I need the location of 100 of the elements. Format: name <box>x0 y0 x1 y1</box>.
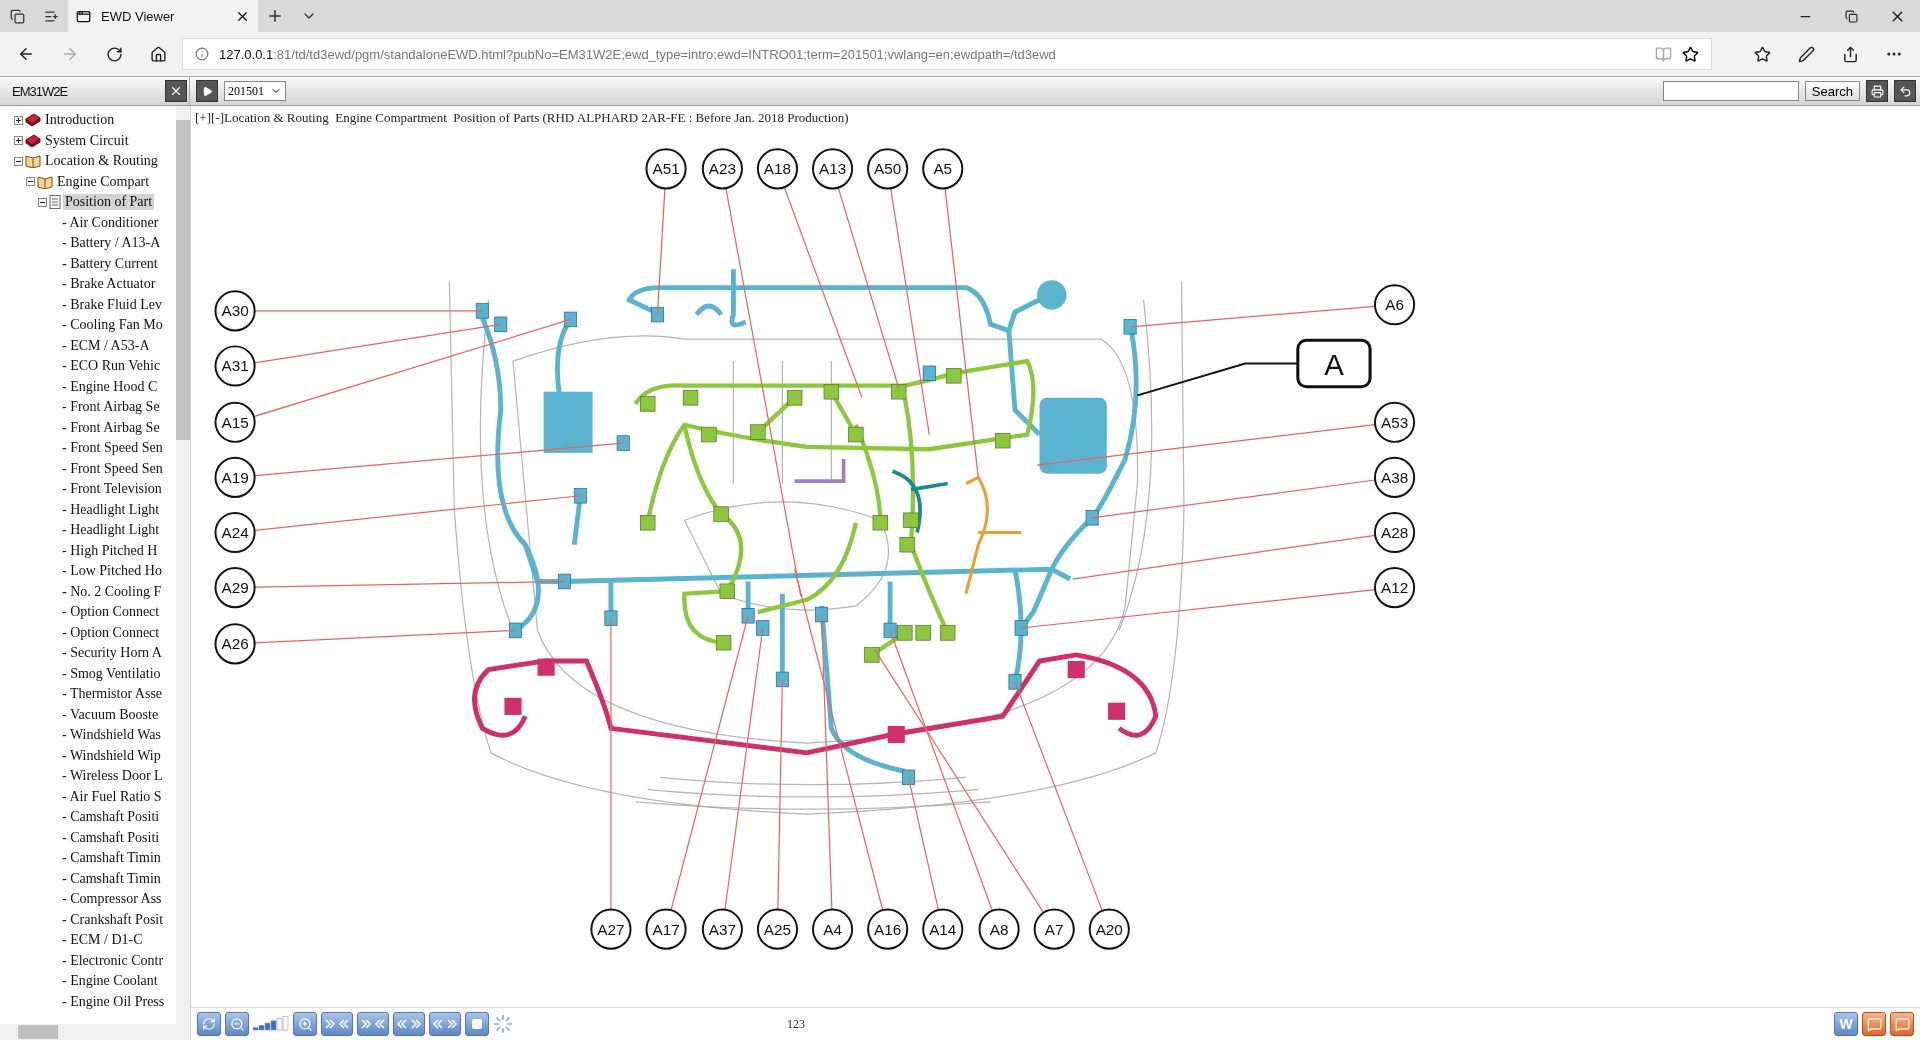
tree-item[interactable]: System Circuit <box>43 132 131 149</box>
tree-item[interactable]: - Low Pitched Ho <box>60 563 164 580</box>
connector-callout[interactable]: A19 <box>214 456 256 498</box>
zoom-out-button[interactable] <box>225 1012 249 1036</box>
tree-item[interactable]: - Camshaft Positi <box>60 809 162 826</box>
stop-button[interactable] <box>465 1012 489 1036</box>
tree-item[interactable]: - Wireless Door L <box>60 768 165 785</box>
connector-callout[interactable]: A7 <box>1033 908 1075 950</box>
expand-icon[interactable] <box>14 136 23 146</box>
connector-callout[interactable]: A23 <box>701 148 743 190</box>
comment-button[interactable] <box>1862 1012 1886 1036</box>
tree-item[interactable]: - Camshaft Timin <box>60 870 163 887</box>
tree-item[interactable]: - Air Fuel Ratio S <box>60 788 164 805</box>
favorite-icon[interactable] <box>1682 45 1699 63</box>
tree-item[interactable]: - No. 2 Cooling F <box>60 583 164 600</box>
tree-item[interactable]: - ECO Run Vehic <box>60 358 163 375</box>
connector-callout[interactable]: A4 <box>812 908 854 950</box>
tree-item[interactable]: - High Pitched H <box>60 542 160 559</box>
tree-item[interactable]: - Front Speed Sen <box>60 460 165 477</box>
tree-item[interactable]: - Vacuum Booste <box>60 706 161 723</box>
tree-item[interactable]: - Brake Actuator <box>60 276 158 293</box>
tree-item[interactable]: Engine Compart <box>55 173 152 190</box>
tree-item[interactable]: - Front Airbag Se <box>60 419 162 436</box>
connector-callout[interactable]: A18 <box>756 148 799 190</box>
play-button[interactable] <box>196 80 218 102</box>
tree-item[interactable]: - Compressor Ass <box>60 891 164 908</box>
connector-callout[interactable]: A31 <box>214 345 256 387</box>
collapse-icon[interactable] <box>26 177 35 187</box>
tree-item[interactable]: - Front Speed Sen <box>60 440 165 457</box>
next-page-button[interactable] <box>393 1012 425 1036</box>
tree-item[interactable]: - Battery Current <box>60 255 160 272</box>
connector-callout[interactable]: A14 <box>922 908 964 950</box>
tree-item[interactable]: - Engine Oil Press <box>60 993 167 1010</box>
connector-callout[interactable]: A30 <box>214 290 256 332</box>
tree-item[interactable]: - Headlight Light <box>60 522 162 539</box>
connector-callout[interactable]: A16 <box>867 908 909 950</box>
connector-callout[interactable]: A5 <box>922 148 964 190</box>
tree-item[interactable]: - Windshield Was <box>60 727 163 744</box>
connector-callout[interactable]: A37 <box>701 908 743 950</box>
refresh-button[interactable] <box>197 1012 221 1036</box>
connector-callout[interactable]: A15 <box>214 401 256 443</box>
tree-item[interactable]: - Headlight Light <box>60 501 162 518</box>
connector-callout[interactable]: A26 <box>214 623 256 665</box>
previous-page-button[interactable] <box>357 1012 389 1036</box>
expand-icon[interactable] <box>14 115 23 125</box>
connector-callout[interactable]: A50 <box>867 148 909 190</box>
tree-item[interactable]: - Camshaft Positi <box>60 829 162 846</box>
first-page-button[interactable] <box>321 1012 353 1036</box>
connector-callout[interactable]: A24 <box>214 511 256 554</box>
tree-item[interactable]: - Option Connect <box>60 604 162 621</box>
tree-item[interactable]: Position of Part <box>63 194 155 211</box>
horizontal-scrollbar[interactable] <box>0 1024 190 1040</box>
return-button[interactable] <box>1894 80 1916 102</box>
connector-callout[interactable]: A6 <box>1374 284 1416 326</box>
tree-item[interactable]: - Camshaft Timin <box>60 850 163 867</box>
tree-item[interactable]: - ECM / A53-A <box>60 337 152 354</box>
connector-callout[interactable]: A8 <box>978 908 1020 950</box>
tree-item[interactable]: - ECM / D1-C <box>60 932 145 949</box>
tree-item[interactable]: - Crankshaft Posit <box>60 911 166 928</box>
tree-item[interactable]: - Engine Hood C <box>60 378 160 395</box>
close-button[interactable] <box>165 80 187 102</box>
print-button[interactable] <box>1866 80 1888 102</box>
tree-item[interactable]: - Cooling Fan Mo <box>60 317 165 334</box>
search-field[interactable] <box>1662 81 1799 101</box>
collapse-icon[interactable] <box>38 197 47 207</box>
tree-item[interactable]: - Front Television <box>60 481 164 498</box>
tree-item[interactable]: Introduction <box>43 112 117 129</box>
collapse-icon[interactable] <box>14 156 23 166</box>
connector-callout[interactable]: A38 <box>1374 456 1416 498</box>
tree-item[interactable]: - Front Airbag Se <box>60 399 162 416</box>
tree-item[interactable]: - Option Connect <box>60 624 162 641</box>
connector-callout[interactable]: A17 <box>645 908 687 950</box>
connector-callout[interactable]: A28 <box>1374 511 1416 554</box>
tree-item[interactable]: - Electronic Contr <box>60 952 166 969</box>
tree-item[interactable]: - Smog Ventilatio <box>60 665 163 682</box>
connector-callout[interactable]: A13 <box>812 148 854 190</box>
tree-item[interactable]: - Air Conditioner <box>60 214 161 231</box>
connector-callout[interactable]: A12 <box>1374 567 1416 609</box>
tree-item[interactable]: - Brake Fluid Lev <box>60 296 164 313</box>
tree-item[interactable]: - Security Horn A <box>60 645 164 662</box>
search-button[interactable]: Search <box>1804 81 1860 101</box>
tree-item[interactable]: - Engine Coolant <box>60 973 160 990</box>
connector-callout[interactable]: A20 <box>1088 908 1130 950</box>
connector-callout[interactable]: A53 <box>1374 401 1416 443</box>
connector-callout[interactable]: A25 <box>756 908 799 950</box>
comment-button[interactable] <box>1890 1012 1914 1036</box>
connector-callout[interactable]: A51 <box>645 148 687 190</box>
vertical-scrollbar[interactable] <box>176 106 190 1024</box>
tree-item[interactable]: - Thermistor Asse <box>60 686 165 703</box>
term-select[interactable]: 201501 <box>224 81 286 101</box>
tree-item[interactable]: - Windshield Wip <box>60 747 163 764</box>
browser-tab[interactable]: EWD Viewer <box>68 0 258 32</box>
connector-callout[interactable]: A27 <box>590 908 632 950</box>
connector-callout[interactable]: A29 <box>214 567 256 609</box>
address-field[interactable]: 127.0.0.1:81/td/td3ewd/pgm/standaloneEWD.html?pubNo=EM31W2E;ewd_type=intro;ewd=INTRO01;term=201501;vwlang=en;ewdpath=/td3ewd <box>182 38 1712 70</box>
tree-item[interactable]: - Battery / A13-A <box>60 235 163 252</box>
last-page-button[interactable] <box>429 1012 461 1036</box>
tree-item[interactable]: Location & Routing <box>43 153 160 170</box>
view-callout[interactable]: A <box>1296 338 1372 389</box>
zoom-in-button[interactable] <box>293 1012 317 1036</box>
